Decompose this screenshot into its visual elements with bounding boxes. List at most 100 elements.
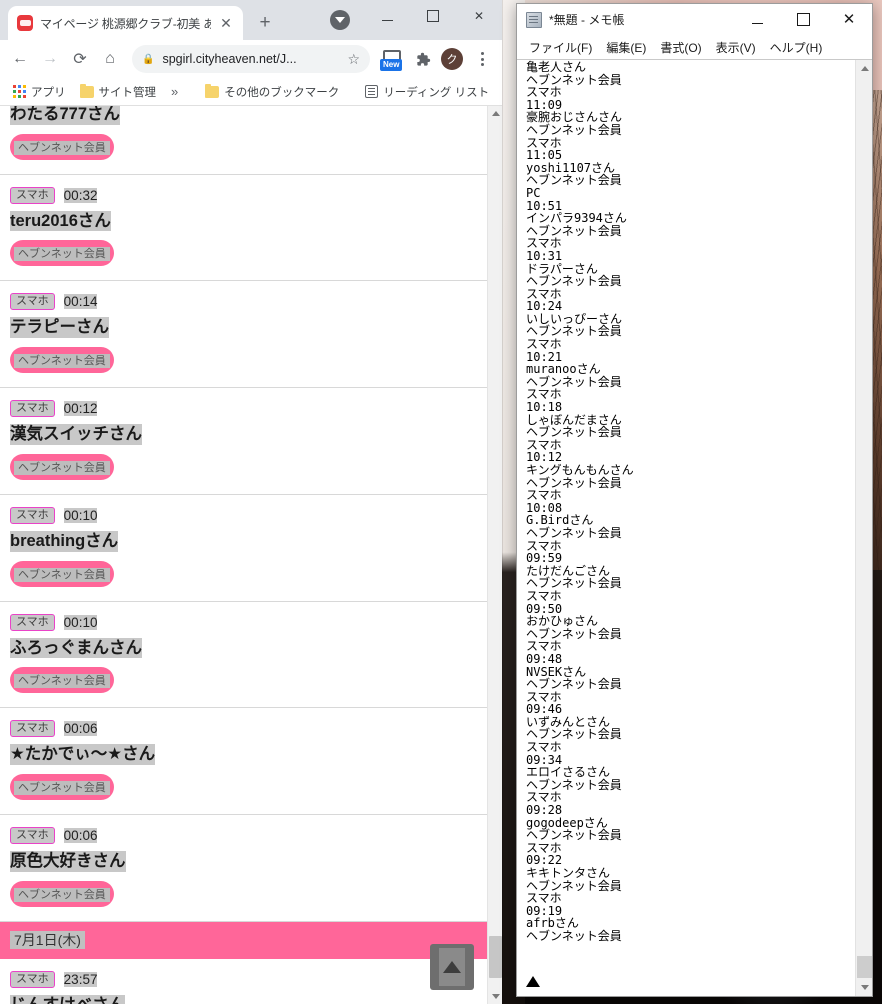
new-tab-button[interactable]: + (251, 9, 279, 37)
site-favicon-icon (17, 15, 33, 31)
close-tab-icon[interactable]: ✕ (218, 15, 234, 31)
visitor-entry[interactable]: スマホ 00:06 ★たかでぃ～★さん ヘブンネット会員 (0, 708, 487, 815)
scrollbar-down-arrow-icon[interactable] (488, 989, 502, 1004)
address-bar[interactable]: 🔒 spgirl.cityheaven.net/J... ☆ (132, 45, 370, 73)
profile-avatar[interactable]: ク (441, 48, 463, 70)
forward-icon[interactable]: → (36, 45, 64, 73)
visitor-entry[interactable]: スマホ 00:12 漢気スイッチさんヘブンネット会員 (0, 388, 487, 495)
notepad-scrollbar[interactable] (855, 60, 872, 996)
puzzle-icon[interactable] (408, 45, 436, 73)
membership-badge-label: ヘブンネット会員 (14, 354, 110, 369)
notepad-caret-marker (526, 976, 540, 987)
membership-badge-label: ヘブンネット会員 (14, 674, 110, 689)
entry-username[interactable]: わたる777さん (10, 106, 121, 125)
cast-icon[interactable]: New (378, 45, 406, 73)
bookmark-label: サイト管理 (98, 86, 157, 99)
scroll-to-top-inner (439, 948, 465, 986)
date-divider-label: 7月1日(木) (10, 930, 85, 949)
membership-badge-label: ヘブンネット会員 (14, 567, 110, 582)
entry-time: 00:06 (63, 827, 98, 843)
notepad-scrollbar-thumb[interactable] (857, 956, 872, 978)
reload-icon[interactable]: ⟳ (66, 45, 94, 73)
notepad-menu-item-1[interactable]: 編集(E) (600, 37, 652, 58)
device-tag: スマホ (10, 293, 55, 311)
entry-time: 00:10 (63, 614, 98, 630)
entry-username[interactable]: じんすけべさん (10, 994, 126, 1004)
notepad-menu-item-2[interactable]: 書式(O) (654, 37, 707, 58)
apps-shortcut[interactable]: アプリ (8, 82, 71, 102)
notepad-menu-item-0[interactable]: ファイル(F) (523, 37, 598, 58)
membership-badge: ヘブンネット会員 (10, 560, 114, 587)
bookmarks-bar: アプリ サイト管理 » その他のブックマーク リーディング リスト (0, 78, 502, 106)
notepad-menu-item-3[interactable]: 表示(V) (710, 37, 762, 58)
entry-username[interactable]: テラピーさん (10, 317, 109, 339)
visitor-entry[interactable]: スマホ23:57じんすけべさんヘブンネット会員 (0, 959, 487, 1004)
badge-wrap: ヘブンネット会員 (10, 880, 477, 907)
notepad-close-button[interactable]: ✕ (826, 4, 872, 35)
bookmarks-overflow-icon[interactable]: » (165, 84, 184, 99)
entry-time: 00:32 (63, 187, 98, 203)
tab-search-chevron-down-icon[interactable] (330, 10, 350, 30)
reading-list-label: リーディング リスト (383, 86, 490, 99)
entry-username[interactable]: teru2016さん (10, 210, 111, 232)
device-tag: スマホ (10, 826, 55, 845)
reading-list-button[interactable]: リーディング リスト (360, 82, 494, 102)
notepad-minimize-button[interactable] (734, 4, 780, 35)
entry-time: 00:12 (63, 401, 98, 417)
visitor-entry[interactable]: スマホ 00:32 teru2016さんヘブンネット会員 (0, 175, 487, 282)
page-scrollbar[interactable] (487, 106, 502, 1004)
membership-badge: ヘブンネット会員 (10, 667, 114, 694)
notepad-text-area[interactable]: 亀老人さん ヘブンネット会員 スマホ 11:09 豪腕おじさんさん ヘブンネット… (517, 59, 872, 996)
bookmark-star-icon[interactable]: ☆ (347, 51, 360, 68)
notepad-scrollbar-down-arrow-icon[interactable] (856, 979, 872, 996)
membership-badge: ヘブンネット会員 (10, 773, 114, 800)
scrollbar-thumb[interactable] (489, 936, 502, 978)
apps-grid-icon (13, 85, 26, 98)
entry-meta: スマホ 00:06 (10, 826, 477, 845)
notepad-scrollbar-up-arrow-icon[interactable] (856, 60, 872, 77)
close-window-button[interactable]: ✕ (456, 0, 502, 32)
notepad-maximize-button[interactable] (780, 4, 826, 35)
badge-wrap: ヘブンネット会員 (10, 667, 477, 694)
scroll-to-top-button[interactable] (430, 944, 474, 990)
entry-username[interactable]: ★たかでぃ～★さん (10, 744, 156, 765)
desktop: マイページ 桃源郷クラブ-初美 あい ✕ + ✕ ← → ⟳ ⌂ 🔒 spgir… (0, 0, 882, 1004)
entry-username[interactable]: ふろっぐまんさん (10, 637, 142, 659)
visitor-entry[interactable]: スマホ 00:06 原色大好きさんヘブンネット会員 (0, 815, 487, 922)
visitor-entry[interactable]: わたる777さん ヘブンネット会員 (0, 106, 487, 175)
bookmark-item-site-admin[interactable]: サイト管理 (75, 82, 162, 102)
badge-wrap: ヘブンネット会員 (10, 347, 477, 374)
entry-time: 00:14 (63, 294, 98, 310)
notepad-menu-item-4[interactable]: ヘルプ(H) (764, 37, 829, 58)
chrome-browser-window: マイページ 桃源郷クラブ-初美 あい ✕ + ✕ ← → ⟳ ⌂ 🔒 spgir… (0, 0, 502, 1004)
back-icon[interactable]: ← (6, 45, 34, 73)
triangle-up-icon (443, 961, 461, 973)
badge-wrap: ヘブンネット会員 (10, 240, 477, 267)
browser-tab[interactable]: マイページ 桃源郷クラブ-初美 あい ✕ (8, 6, 243, 40)
scrollbar-up-arrow-icon[interactable] (488, 106, 502, 121)
browser-menu-icon[interactable] (468, 45, 496, 73)
membership-badge: ヘブンネット会員 (10, 240, 114, 267)
device-tag: スマホ (10, 400, 55, 418)
folder-icon (79, 83, 94, 98)
entry-meta: スマホ 00:10 (10, 613, 477, 631)
entry-time: 23:57 (63, 971, 98, 987)
notepad-content[interactable]: 亀老人さん ヘブンネット会員 スマホ 11:09 豪腕おじさんさん ヘブンネット… (517, 60, 855, 996)
device-tag: スマホ (10, 186, 55, 204)
visitor-entry[interactable]: スマホ 00:10 ふろっぐまんさんヘブンネット会員 (0, 602, 487, 709)
other-bookmarks-folder[interactable]: その他のブックマーク (200, 82, 344, 102)
entry-username[interactable]: breathingさん (10, 530, 119, 552)
visitor-entry[interactable]: スマホ 00:14 テラピーさんヘブンネット会員 (0, 281, 487, 389)
visitor-entry[interactable]: スマホ 00:10 breathingさん ヘブンネット会員 (0, 495, 487, 602)
membership-badge-label: ヘブンネット会員 (14, 247, 110, 262)
entry-username[interactable]: 漢気スイッチさん (10, 424, 142, 445)
membership-badge: ヘブンネット会員 (10, 347, 114, 374)
maximize-button[interactable] (410, 0, 456, 32)
browser-window-controls: ✕ (364, 0, 502, 32)
home-icon[interactable]: ⌂ (96, 45, 124, 73)
entry-username[interactable]: 原色大好きさん (10, 851, 126, 872)
minimize-button[interactable] (364, 0, 410, 32)
url-text: spgirl.cityheaven.net/J... (162, 52, 297, 66)
membership-badge-label: ヘブンネット会員 (14, 460, 110, 475)
entry-time: 00:06 (63, 721, 98, 737)
